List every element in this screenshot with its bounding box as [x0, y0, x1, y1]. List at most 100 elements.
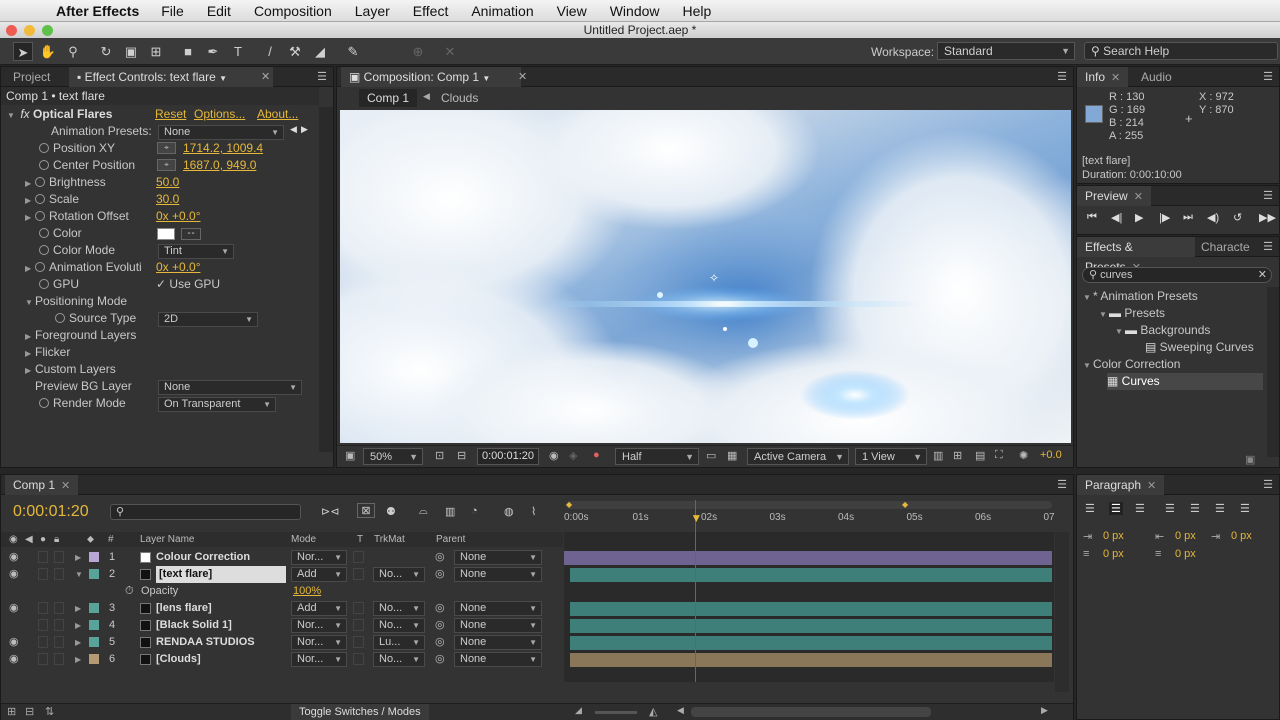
about-link[interactable]: About...	[257, 106, 298, 123]
timeline-horizontal-scrollbar[interactable]	[691, 707, 931, 717]
stopwatch-icon[interactable]	[39, 279, 49, 289]
effects-scrollbar[interactable]	[1267, 287, 1279, 457]
minimize-window-button[interactable]	[24, 25, 35, 36]
tree-presets[interactable]: ▼ ▬ Presets	[1099, 305, 1165, 322]
expand-layer-icon[interactable]: ▶	[75, 617, 85, 634]
work-area-start-icon[interactable]: ◆	[566, 500, 572, 509]
panel-menu-icon[interactable]: ☰	[1263, 478, 1273, 491]
custom-layers-group[interactable]: ▶ Custom Layers	[25, 361, 116, 378]
audio-icon[interactable]: ◀)	[1207, 211, 1219, 224]
scale-row[interactable]: ▶ Scale	[25, 191, 79, 208]
puppet-pin-tool-icon[interactable]: ✎	[343, 42, 363, 61]
menu-animation[interactable]: Animation	[471, 3, 533, 19]
next-frame-icon[interactable]: |▶	[1159, 211, 1170, 224]
layer-row[interactable]: ◉ ▶ 5 RENDAA STUDIOS Nor... ▼ Lu... ▼ ◎ None ▼	[1, 634, 563, 651]
layer-row[interactable]: ▶ 4 [Black Solid 1] Nor... ▼ No... ▼ ◎ None ▼	[1, 617, 563, 634]
rotation-offset-value[interactable]: 0x +0.0°	[156, 208, 201, 225]
mask-visibility-icon[interactable]: ⊟	[457, 449, 466, 462]
current-time-field[interactable]: 0:00:01:20	[477, 448, 539, 465]
close-tab-icon[interactable]: ✕	[261, 70, 270, 83]
label-color-box[interactable]	[89, 654, 99, 664]
expand-layer-icon[interactable]: ▶	[75, 634, 85, 651]
animation-evolution-row[interactable]: ▶ Animation Evoluti	[25, 259, 142, 276]
view-layout-dropdown[interactable]: 1 View ▼	[855, 448, 927, 465]
layer-mode-dropdown[interactable]: Nor... ▼	[291, 618, 347, 633]
hide-shy-layers-icon[interactable]: ⚉	[386, 505, 396, 518]
layer-name[interactable]: [lens flare]	[156, 600, 212, 617]
pen-tool-icon[interactable]: ✒	[203, 42, 223, 61]
zoom-out-icon[interactable]: ◢	[575, 705, 582, 716]
brush-tool-icon[interactable]: /	[260, 42, 280, 61]
layer-row[interactable]: ◉ ▶ 1 Colour Correction Nor... ▼ ◎ None ▼	[1, 549, 563, 566]
panel-menu-icon[interactable]: ☰	[1263, 70, 1273, 83]
frame-blending-icon[interactable]: ⌓	[419, 505, 428, 518]
position-xy-value[interactable]: 1714.2, 1009.4	[183, 140, 263, 157]
tab-paragraph[interactable]: Paragraph ✕	[1077, 475, 1165, 495]
positioning-mode-group[interactable]: ▼ Positioning Mode	[25, 293, 127, 310]
effects-search-input[interactable]: ⚲ curves ✕	[1082, 267, 1272, 283]
stopwatch-icon[interactable]	[35, 211, 45, 221]
close-tab-icon[interactable]: ✕	[1147, 480, 1156, 492]
timeline-zoom-slider[interactable]	[595, 711, 637, 714]
region-of-interest-icon[interactable]: ▭	[706, 449, 716, 462]
tree-curves[interactable]: ▦ Curves	[1107, 373, 1263, 390]
label-color-box[interactable]	[89, 620, 99, 630]
preserve-transparency-box[interactable]	[353, 636, 364, 648]
stopwatch-icon[interactable]	[39, 160, 49, 170]
layer-duration-bar[interactable]	[570, 636, 1052, 650]
menu-file[interactable]: File	[161, 3, 184, 19]
stopwatch-icon[interactable]	[35, 177, 45, 187]
tab-effect-controls[interactable]: ▪ Effect Controls: text flare ▼	[69, 67, 273, 87]
color-mode-dropdown[interactable]: Tint ▼	[158, 244, 234, 259]
align-left-icon[interactable]: ☰	[1085, 502, 1095, 515]
loop-icon[interactable]: ↺	[1233, 211, 1242, 224]
layer-name[interactable]: RENDAA STUDIOS	[156, 634, 255, 651]
tree-sweeping-curves[interactable]: ▤ Sweeping Curves	[1145, 339, 1254, 356]
menu-layer[interactable]: Layer	[355, 3, 390, 19]
playhead-line[interactable]	[695, 500, 697, 682]
layer-row[interactable]: ◉ ▼ 2 [text flare] Add ▼ No... ▼ ◎ None ▼	[1, 566, 563, 583]
expand-layer-icon[interactable]: ▶	[75, 549, 85, 566]
track-matte-dropdown[interactable]: No... ▼	[373, 652, 425, 667]
tree-color-correction[interactable]: ▼ Color Correction	[1083, 356, 1180, 373]
toggle-switches-modes-button[interactable]: Toggle Switches / Modes	[291, 704, 429, 720]
comp-mini-flowchart-icon[interactable]: ⊳⊲	[321, 505, 339, 518]
menu-help[interactable]: Help	[683, 3, 712, 19]
animation-presets-dropdown[interactable]: None ▼	[158, 125, 284, 140]
close-tab-icon[interactable]: ✕	[1111, 72, 1120, 84]
scroll-right-icon[interactable]: ▶	[1041, 705, 1048, 716]
composition-viewer[interactable]: ✧	[340, 110, 1071, 443]
crosshair-icon[interactable]: ⌖	[157, 142, 176, 154]
layer-name[interactable]: Colour Correction	[156, 549, 250, 566]
menu-edit[interactable]: Edit	[207, 3, 231, 19]
preset-prev-icon[interactable]: ◀	[290, 124, 297, 135]
workspace-dropdown[interactable]: Standard ▼	[937, 42, 1075, 60]
lock-box[interactable]	[54, 636, 64, 648]
layer-name[interactable]: [Black Solid 1]	[156, 617, 232, 634]
solo-box[interactable]	[38, 653, 48, 665]
scroll-left-icon[interactable]: ◀	[677, 705, 684, 716]
pickwhip-icon[interactable]: ◎	[435, 651, 445, 668]
timeline-icon[interactable]: ▤	[975, 449, 985, 462]
snapshot-icon[interactable]: ◉	[549, 449, 559, 462]
justify-left-icon[interactable]: ☰	[1165, 502, 1175, 515]
justify-right-icon[interactable]: ☰	[1215, 502, 1225, 515]
exposure-icon[interactable]: ✺	[1019, 449, 1028, 462]
camera-dropdown[interactable]: Active Camera ▼	[747, 448, 849, 465]
eye-icon[interactable]: ◉	[9, 549, 19, 566]
layer-mode-dropdown[interactable]: Add ▼	[291, 601, 347, 616]
panel-menu-icon[interactable]: ☰	[1263, 240, 1273, 253]
expand-layer-switches-icon[interactable]: ⊞	[7, 705, 16, 718]
type-tool-icon[interactable]: T	[228, 42, 248, 61]
preserve-transparency-box[interactable]	[353, 619, 364, 631]
justify-center-icon[interactable]: ☰	[1190, 502, 1200, 515]
solo-box[interactable]	[38, 568, 48, 580]
pan-behind-tool-icon[interactable]: ⊞	[146, 42, 166, 61]
stopwatch-icon[interactable]	[39, 245, 49, 255]
breadcrumb-clouds[interactable]: Clouds	[441, 91, 478, 105]
lock-box[interactable]	[54, 568, 64, 580]
tab-audio[interactable]: Audio	[1133, 67, 1180, 87]
stopwatch-icon[interactable]	[39, 398, 49, 408]
motion-blur-icon[interactable]: ▥	[445, 505, 455, 518]
solo-box[interactable]	[38, 619, 48, 631]
